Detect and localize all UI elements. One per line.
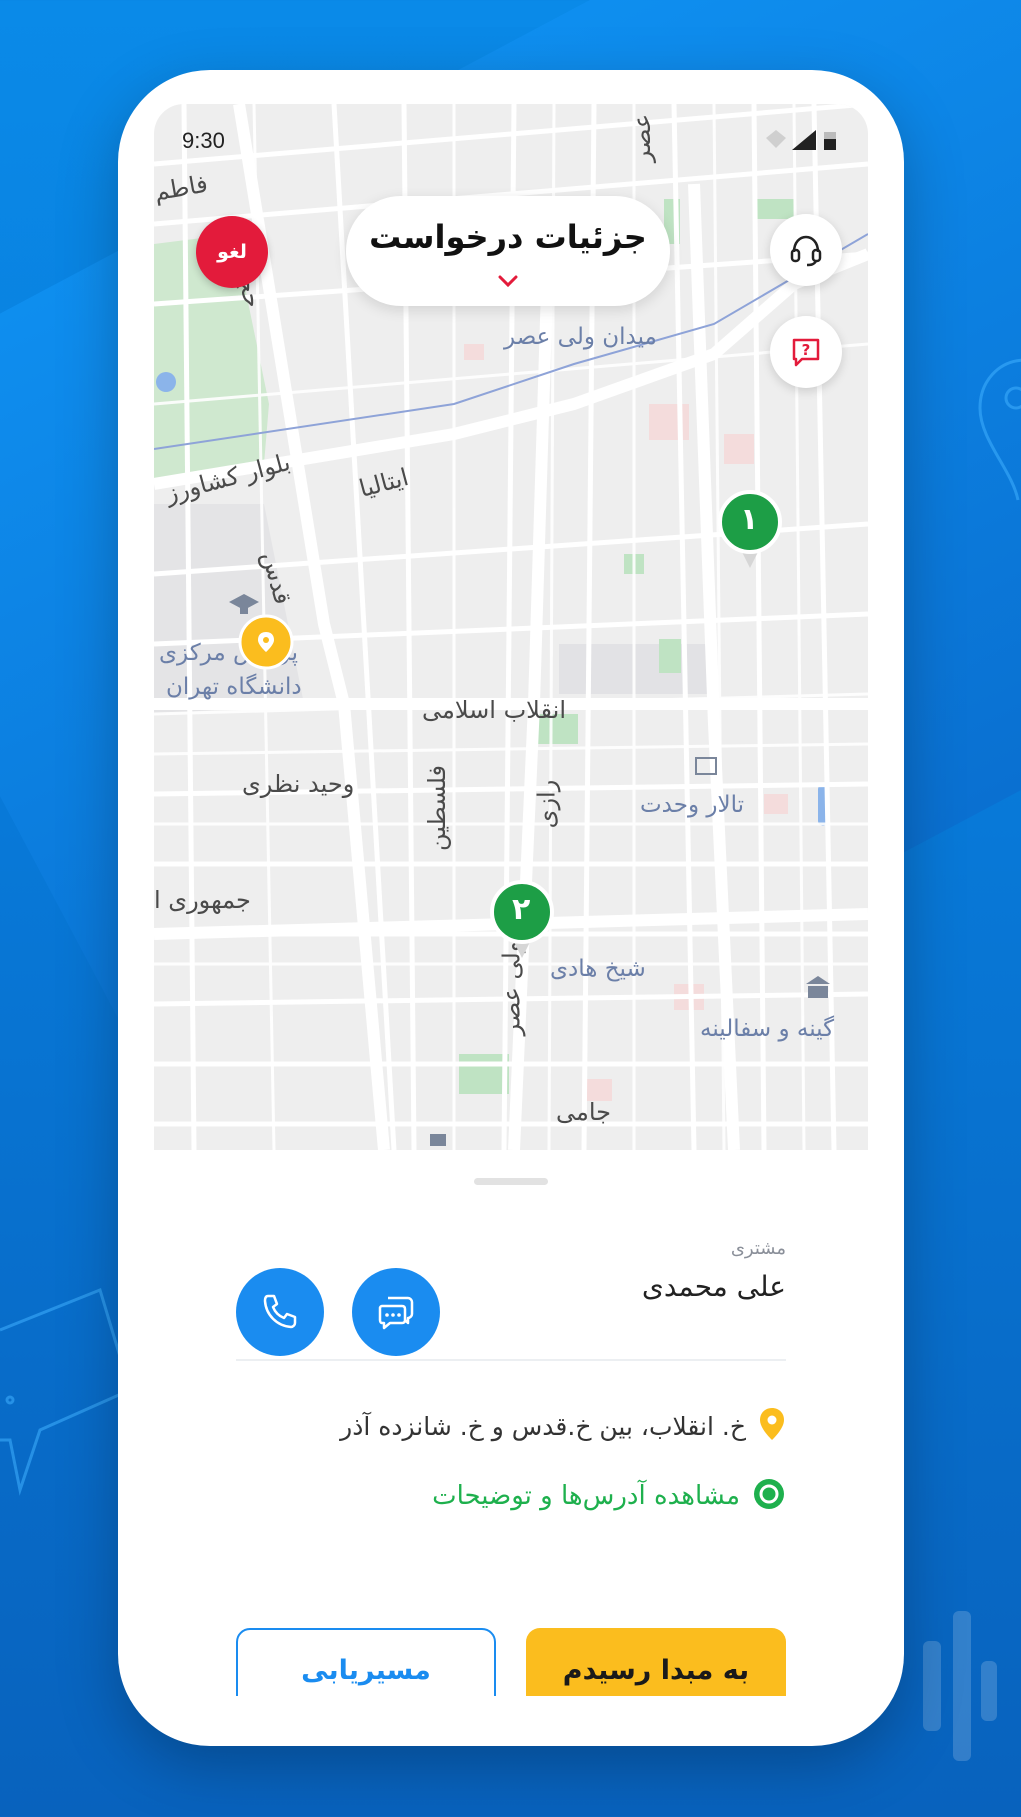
map-view[interactable]: فاطم حجاب عصر میدان ولی عصر بلوار کشاورز… (154, 104, 868, 1150)
status-time: 9:30 (182, 128, 225, 153)
customer-name: علی محمدی (641, 1270, 786, 1303)
chat-icon (378, 1296, 414, 1330)
status-icons (766, 130, 836, 150)
map-label-jomhouri: جمهوری ا (154, 886, 251, 914)
request-details-dropdown[interactable]: جزئیات درخواست (346, 196, 670, 306)
map-label-enghelab: انقلاب اسلامی (422, 696, 566, 724)
stop-marker-1-label: ۱ (740, 502, 759, 537)
map-label-vahid-nazari: وحید نظری (242, 770, 355, 798)
origin-address: خ. انقلاب، بین خ.قدس و خ. شانزده آذر (340, 1411, 746, 1441)
divider (236, 1359, 786, 1361)
cancel-button[interactable]: لغو (196, 216, 268, 288)
call-button[interactable] (236, 1268, 324, 1356)
stop-marker-2-label: ۲ (512, 892, 531, 927)
location-pin-icon (758, 1406, 786, 1446)
stop-marker-2[interactable]: ۲ (490, 880, 554, 964)
sheet-drag-handle[interactable] (474, 1178, 548, 1185)
store-logo-watermark (923, 1611, 997, 1761)
map-label-sheikh-hadi: شیخ هادی (550, 956, 646, 982)
map-label-felestin: فلسطین (423, 764, 452, 852)
chevron-down-icon (498, 275, 518, 288)
target-icon (752, 1477, 786, 1515)
phone-icon (263, 1294, 297, 1329)
page-title: جزئیات درخواست (369, 218, 647, 256)
stop-marker-1[interactable]: ۱ (718, 490, 782, 574)
background-pin-outline (978, 358, 1021, 501)
question-chat-icon: ? (792, 338, 820, 367)
map-label-glass-museum: گینه و سفالینه (700, 1016, 835, 1042)
bottom-sheet: مشتری علی محمدی خ. انقلاب، بین خ.قدس و خ… (154, 1150, 868, 1696)
headset-icon (790, 235, 822, 267)
origin-marker[interactable] (238, 614, 294, 682)
view-addresses-row[interactable]: مشاهده آدرس‌ها و توضیحات (432, 1476, 786, 1516)
support-button[interactable] (770, 214, 842, 286)
phone-frame: فاطم حجاب عصر میدان ولی عصر بلوار کشاورز… (118, 70, 904, 1746)
map-label-talar-vahdat: تالار وحدت (640, 792, 744, 818)
location-pin-icon (238, 614, 294, 670)
map-label-vali-asr-square: میدان ولی عصر (504, 324, 657, 350)
view-addresses-link[interactable]: مشاهده آدرس‌ها و توضیحات (432, 1481, 740, 1511)
map-label-razi: رازی (532, 779, 561, 829)
customer-caption: مشتری (730, 1238, 786, 1259)
arrived-at-origin-button[interactable]: به مبدا رسیدم (526, 1628, 786, 1696)
status-bar: 9:30 (154, 104, 868, 164)
app-screen: فاطم حجاب عصر میدان ولی عصر بلوار کشاورز… (154, 104, 868, 1696)
navigate-button[interactable]: مسیریابی (236, 1628, 496, 1696)
chat-button[interactable] (352, 1268, 440, 1356)
svg-text:?: ? (802, 341, 811, 359)
help-button[interactable]: ? (770, 316, 842, 388)
map-label-jami: جامی (556, 1098, 612, 1126)
origin-address-row: خ. انقلاب، بین خ.قدس و خ. شانزده آذر (340, 1406, 786, 1446)
